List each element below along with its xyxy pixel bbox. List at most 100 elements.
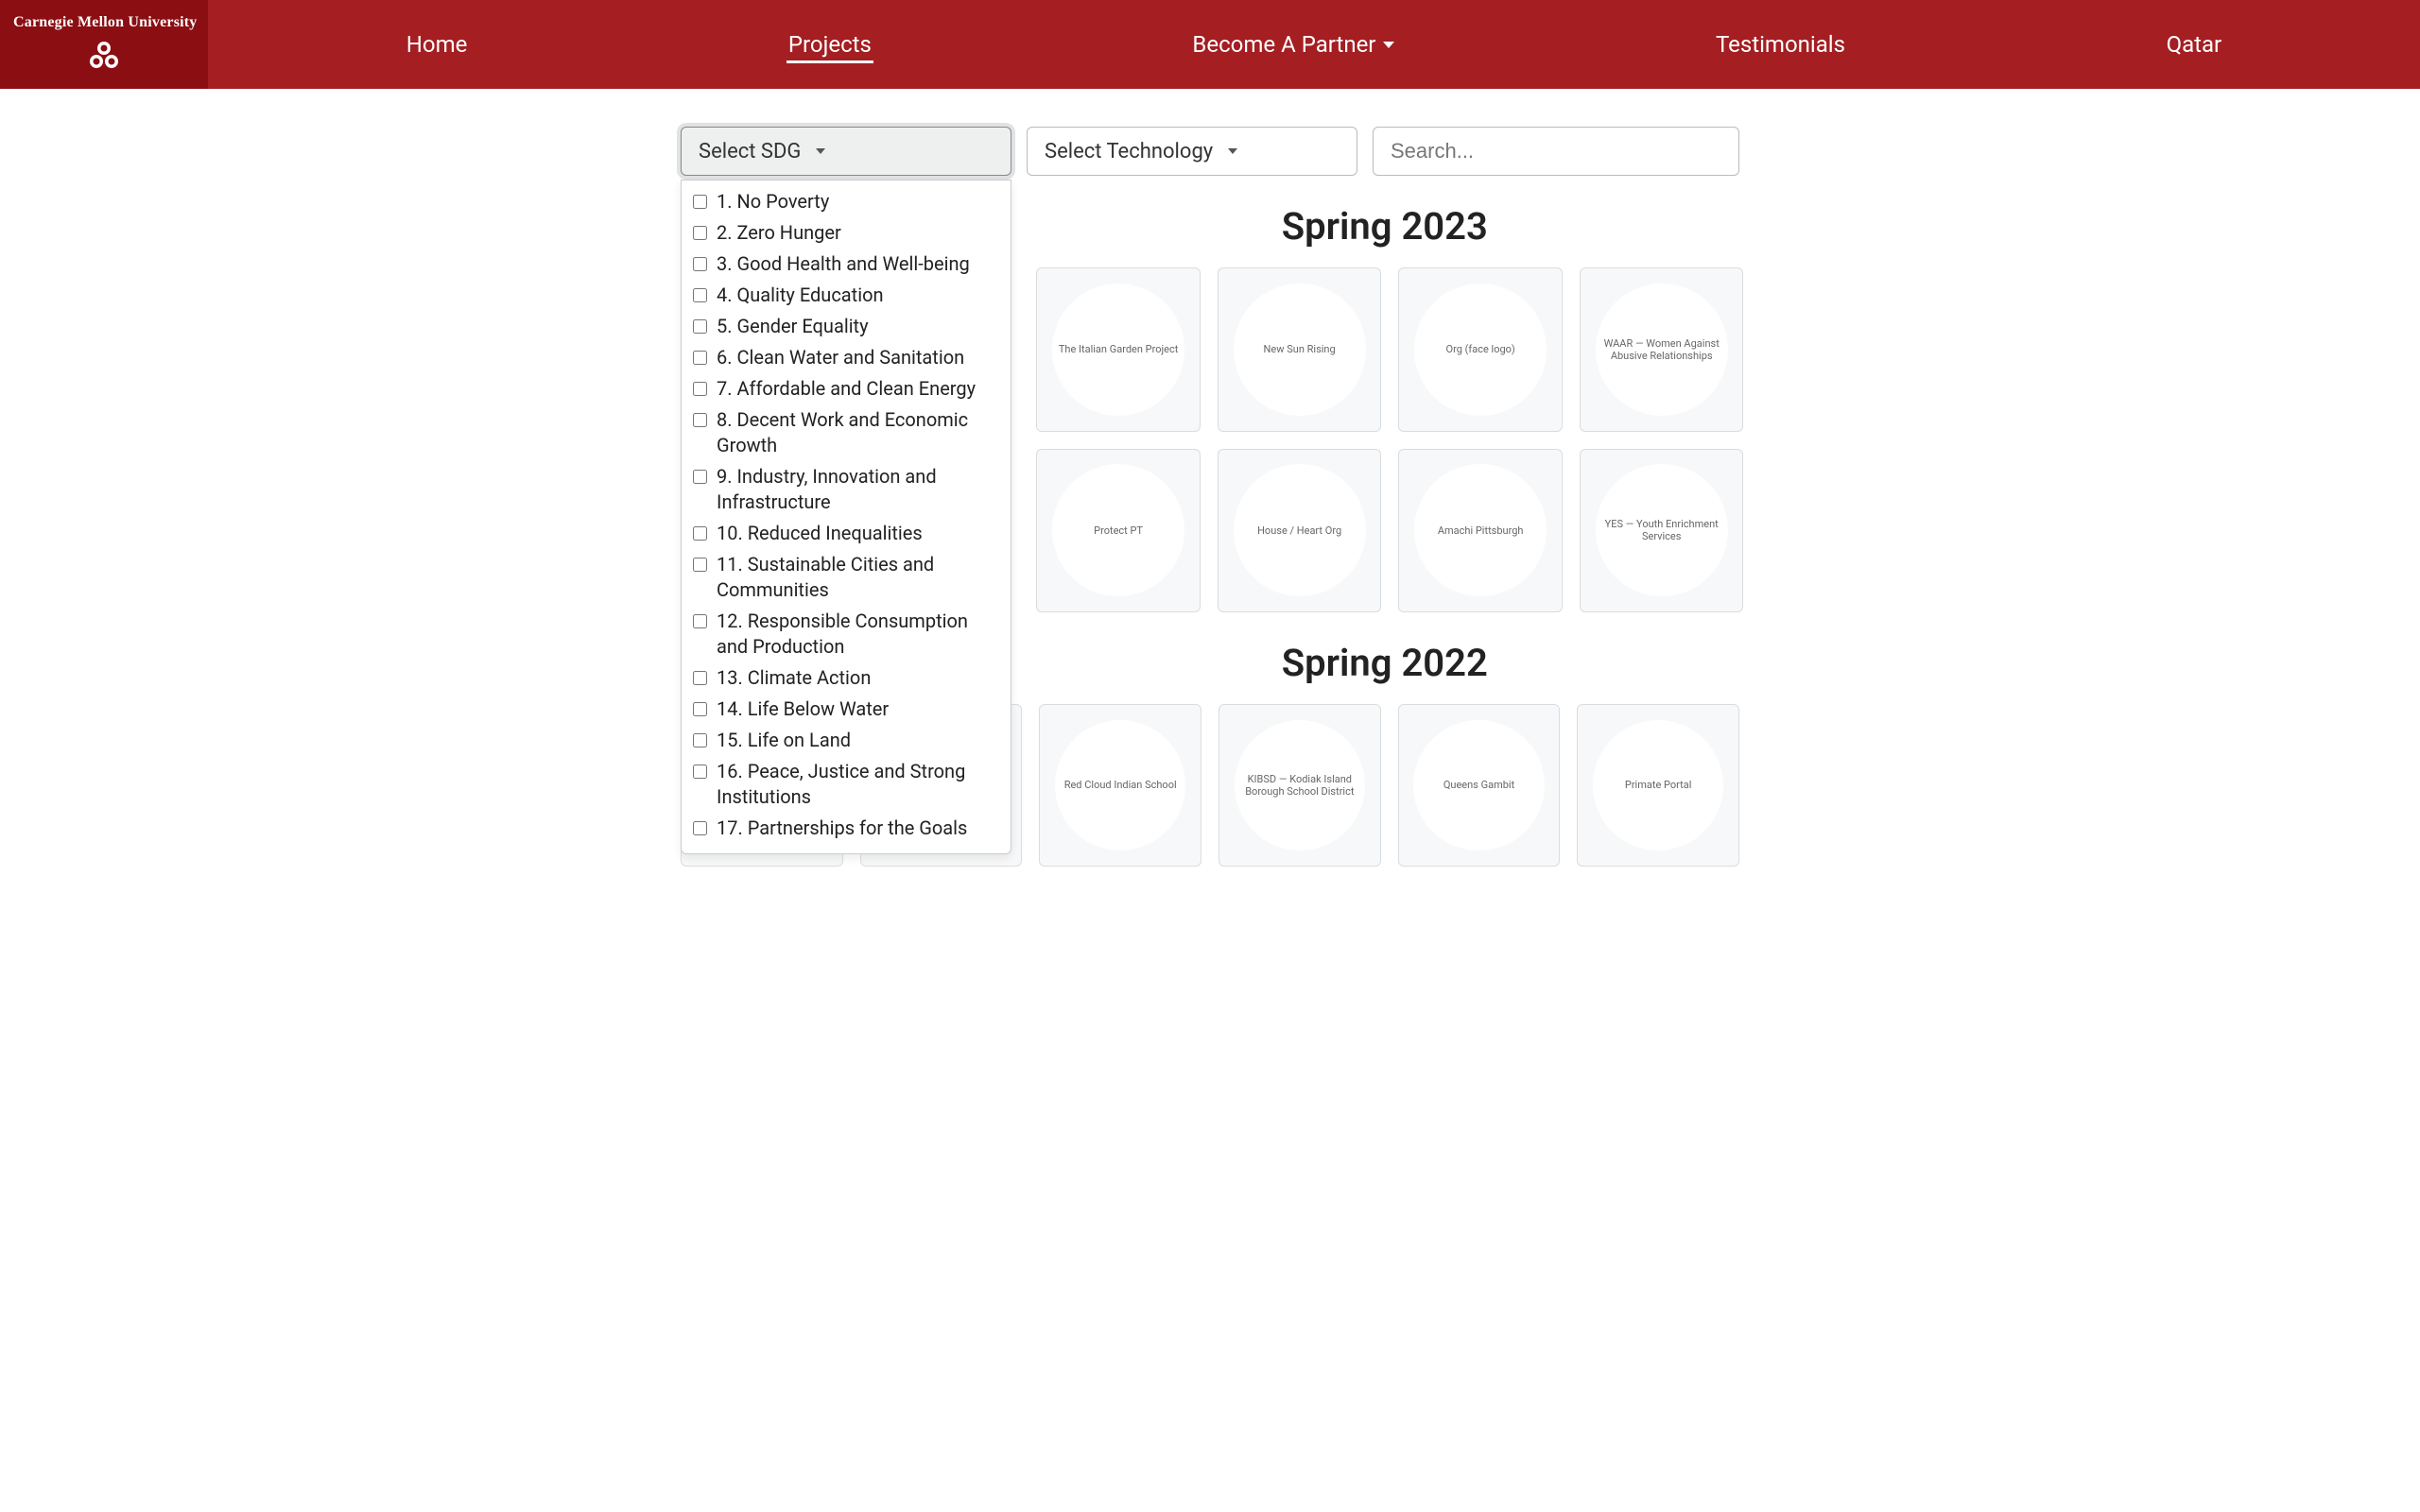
sdg-option-label: 10. Reduced Inequalities [717,521,923,546]
sdg-checkbox[interactable] [693,319,707,334]
project-logo: Org (face logo) [1414,284,1547,416]
sdg-option[interactable]: 2. Zero Hunger [691,217,1001,249]
sdg-dropdown-wrap: Select SDG 1. No Poverty2. Zero Hunger3.… [681,127,1011,176]
sdg-option[interactable]: 1. No Poverty [691,186,1001,217]
sdg-checkbox[interactable] [693,702,707,716]
chevron-down-icon [1383,42,1394,48]
brand-logo-icon [85,37,123,75]
nav-qatar[interactable]: Qatar [2165,26,2224,63]
filter-row: Select SDG 1. No Poverty2. Zero Hunger3.… [596,127,1824,176]
sdg-option-label: 4. Quality Education [717,283,884,308]
sdg-option-label: 2. Zero Hunger [717,220,841,246]
sdg-option[interactable]: 4. Quality Education [691,280,1001,311]
project-logo: House / Heart Org [1234,464,1366,596]
nav-projects[interactable]: Projects [786,26,873,63]
project-card[interactable]: Primate Portal [1577,704,1739,867]
sdg-option-label: 12. Responsible Consumption and Producti… [717,609,999,660]
chevron-down-icon [1228,148,1237,154]
project-grid-2023-row2: Protect PT House / Heart Org Amachi Pittsb… [1036,449,1743,613]
sdg-option-label: 8. Decent Work and Economic Growth [717,407,999,458]
sdg-option[interactable]: 16. Peace, Justice and Strong Institutio… [691,756,1001,813]
sdg-option[interactable]: 15. Life on Land [691,725,1001,756]
sdg-checkbox[interactable] [693,257,707,271]
sdg-option[interactable]: 11. Sustainable Cities and Communities [691,549,1001,606]
sdg-option-label: 13. Climate Action [717,665,871,691]
sdg-option[interactable]: 5. Gender Equality [691,311,1001,342]
sdg-checkbox[interactable] [693,470,707,484]
sdg-option[interactable]: 17. Partnerships for the Goals [691,813,1001,844]
sdg-option-label: 5. Gender Equality [717,314,869,339]
project-card[interactable]: WAAR — Women Against Abusive Relationshi… [1580,267,1744,432]
section-title-spring-2022: Spring 2022 [1030,641,1739,685]
project-logo: The Italian Garden Project [1052,284,1184,416]
nav-home[interactable]: Home [405,26,470,63]
nav-partner-label: Become A Partner [1192,31,1375,58]
select-sdg-dropdown[interactable]: Select SDG [681,127,1011,176]
project-logo: YES — Youth Enrichment Services [1596,464,1728,596]
sdg-option[interactable]: 10. Reduced Inequalities [691,518,1001,549]
sdg-checkbox[interactable] [693,351,707,365]
sdg-checkbox[interactable] [693,614,707,628]
project-card[interactable]: Protect PT [1036,449,1201,613]
sdg-option-label: 16. Peace, Justice and Strong Institutio… [717,759,999,810]
project-logo: Amachi Pittsburgh [1414,464,1547,596]
sdg-checkbox[interactable] [693,382,707,396]
sdg-checkbox[interactable] [693,526,707,541]
sdg-option[interactable]: 13. Climate Action [691,662,1001,694]
sdg-checkbox[interactable] [693,195,707,209]
sdg-option-label: 9. Industry, Innovation and Infrastructu… [717,464,999,515]
sdg-checkbox[interactable] [693,413,707,427]
project-logo: Primate Portal [1593,720,1723,850]
project-card[interactable]: YES — Youth Enrichment Services [1580,449,1744,613]
sdg-checkbox[interactable] [693,558,707,572]
sdg-option-label: 11. Sustainable Cities and Communities [717,552,999,603]
project-logo: Queens Gambit [1413,720,1544,850]
top-navbar: Carnegie Mellon University Home Projects… [0,0,2420,89]
select-sdg-label: Select SDG [699,140,801,163]
project-card[interactable]: Org (face logo) [1398,267,1563,432]
sdg-option[interactable]: 8. Decent Work and Economic Growth [691,404,1001,461]
select-tech-label: Select Technology [1045,140,1213,163]
sdg-option-label: 17. Partnerships for the Goals [717,816,967,841]
sdg-option-label: 7. Affordable and Clean Energy [717,376,976,402]
sdg-checkbox[interactable] [693,288,707,302]
sdg-checkbox[interactable] [693,226,707,240]
sdg-option-label: 6. Clean Water and Sanitation [717,345,964,370]
project-logo: Red Cloud Indian School [1055,720,1185,850]
nav-links: Home Projects Become A Partner Testimoni… [208,0,2420,89]
project-logo: Protect PT [1052,464,1184,596]
nav-become-partner[interactable]: Become A Partner [1190,26,1396,63]
project-card[interactable]: New Sun Rising [1218,267,1382,432]
sdg-dropdown-menu[interactable]: 1. No Poverty 2. Zero Hunger 3. Good Healt… [681,180,1011,854]
search-field-wrap[interactable] [1373,127,1739,176]
project-card[interactable]: House / Heart Org [1218,449,1382,613]
sdg-checkbox[interactable] [693,671,707,685]
sdg-checkbox[interactable] [693,765,707,779]
project-logo: New Sun Rising [1234,284,1366,416]
tech-dropdown-wrap: Select Technology [1027,127,1357,176]
project-card[interactable]: Red Cloud Indian School [1039,704,1201,867]
sdg-option-label: 14. Life Below Water [717,696,889,722]
sdg-option[interactable]: 6. Clean Water and Sanitation [691,342,1001,373]
sdg-option[interactable]: 9. Industry, Innovation and Infrastructu… [691,461,1001,518]
search-input[interactable] [1391,128,1721,175]
sdg-option-label: 15. Life on Land [717,728,851,753]
sdg-option[interactable]: 12. Responsible Consumption and Producti… [691,606,1001,662]
chevron-down-icon [816,148,825,154]
sdg-option[interactable]: 3. Good Health and Well-being [691,249,1001,280]
project-card[interactable]: The Italian Garden Project [1036,267,1201,432]
sdg-option[interactable]: 7. Affordable and Clean Energy [691,373,1001,404]
project-card[interactable]: Queens Gambit [1398,704,1561,867]
project-logo: WAAR — Women Against Abusive Relationshi… [1596,284,1728,416]
select-technology-dropdown[interactable]: Select Technology [1027,127,1357,176]
brand-block[interactable]: Carnegie Mellon University [0,0,208,89]
sdg-checkbox[interactable] [693,821,707,835]
sdg-option-label: 3. Good Health and Well-being [717,251,970,277]
section-title-spring-2023: Spring 2023 [1030,204,1739,249]
project-card[interactable]: KIBSD — Kodiak Island Borough School Dis… [1219,704,1381,867]
sdg-option[interactable]: 14. Life Below Water [691,694,1001,725]
sdg-checkbox[interactable] [693,733,707,747]
nav-testimonials[interactable]: Testimonials [1714,26,1847,63]
project-card[interactable]: Amachi Pittsburgh [1398,449,1563,613]
sdg-option-label: 1. No Poverty [717,189,829,215]
